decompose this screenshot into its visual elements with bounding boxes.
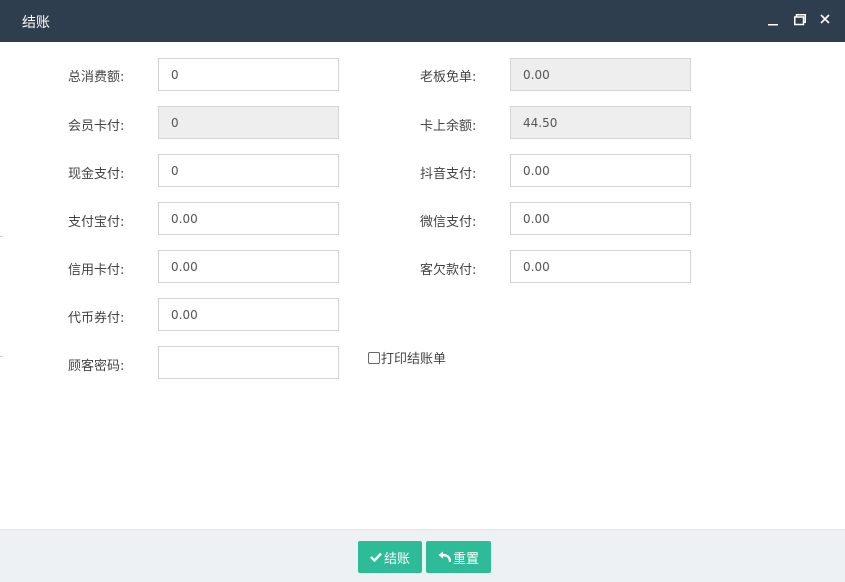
douyin-pay-label: 抖音支付: (420, 167, 477, 182)
boss-waiver-label: 老板免单: (420, 70, 477, 85)
token-voucher-pay-label: 代币券付: (68, 311, 125, 326)
customer-password-label: 顾客密码: (68, 359, 125, 374)
token-voucher-pay-input[interactable] (158, 298, 339, 331)
boss-waiver-input[interactable] (510, 58, 691, 91)
cash-pay-input[interactable] (158, 154, 339, 187)
card-balance-label: 卡上余额: (420, 119, 477, 134)
credit-card-pay-label: 信用卡付: (68, 263, 125, 278)
minimize-icon[interactable] (765, 11, 781, 29)
wechat-pay-input[interactable] (510, 202, 691, 235)
reset-button[interactable]: 重置 (426, 541, 491, 573)
print-receipt-checkbox[interactable]: 打印结账单 (368, 348, 446, 367)
customer-password-input[interactable] (158, 346, 339, 379)
settle-button-label: 结账 (383, 551, 410, 567)
card-balance-input[interactable] (510, 106, 691, 139)
customer-debt-input[interactable] (510, 250, 691, 283)
checkbox-box[interactable] (368, 351, 380, 364)
credit-card-pay-input[interactable] (158, 250, 339, 283)
total-consumption-label: 总消费额: (68, 70, 125, 85)
dialog-title: 结账 (22, 15, 50, 31)
settle-button[interactable]: 结账 (358, 541, 422, 573)
douyin-pay-input[interactable] (510, 154, 691, 187)
edge-line (0, 356, 3, 357)
reset-button-label: 重置 (452, 551, 479, 567)
alipay-pay-input[interactable] (158, 202, 339, 235)
check-icon (370, 552, 382, 562)
wechat-pay-label: 微信支付: (420, 215, 477, 230)
member-card-pay-label: 会员卡付: (68, 119, 125, 134)
dialog-titlebar: 结账 (0, 0, 845, 42)
member-card-pay-input[interactable] (158, 106, 339, 139)
edge-line (0, 236, 3, 237)
print-receipt-label: 打印结账单 (381, 352, 447, 367)
customer-debt-label: 客欠款付: (420, 263, 477, 278)
total-consumption-input[interactable] (158, 58, 339, 91)
alipay-pay-label: 支付宝付: (68, 215, 125, 230)
close-icon[interactable] (817, 11, 833, 29)
cash-pay-label: 现金支付: (68, 167, 125, 182)
maximize-icon[interactable] (792, 11, 808, 29)
undo-icon (438, 551, 451, 563)
dialog-footer: 结账 重置 (0, 529, 845, 582)
